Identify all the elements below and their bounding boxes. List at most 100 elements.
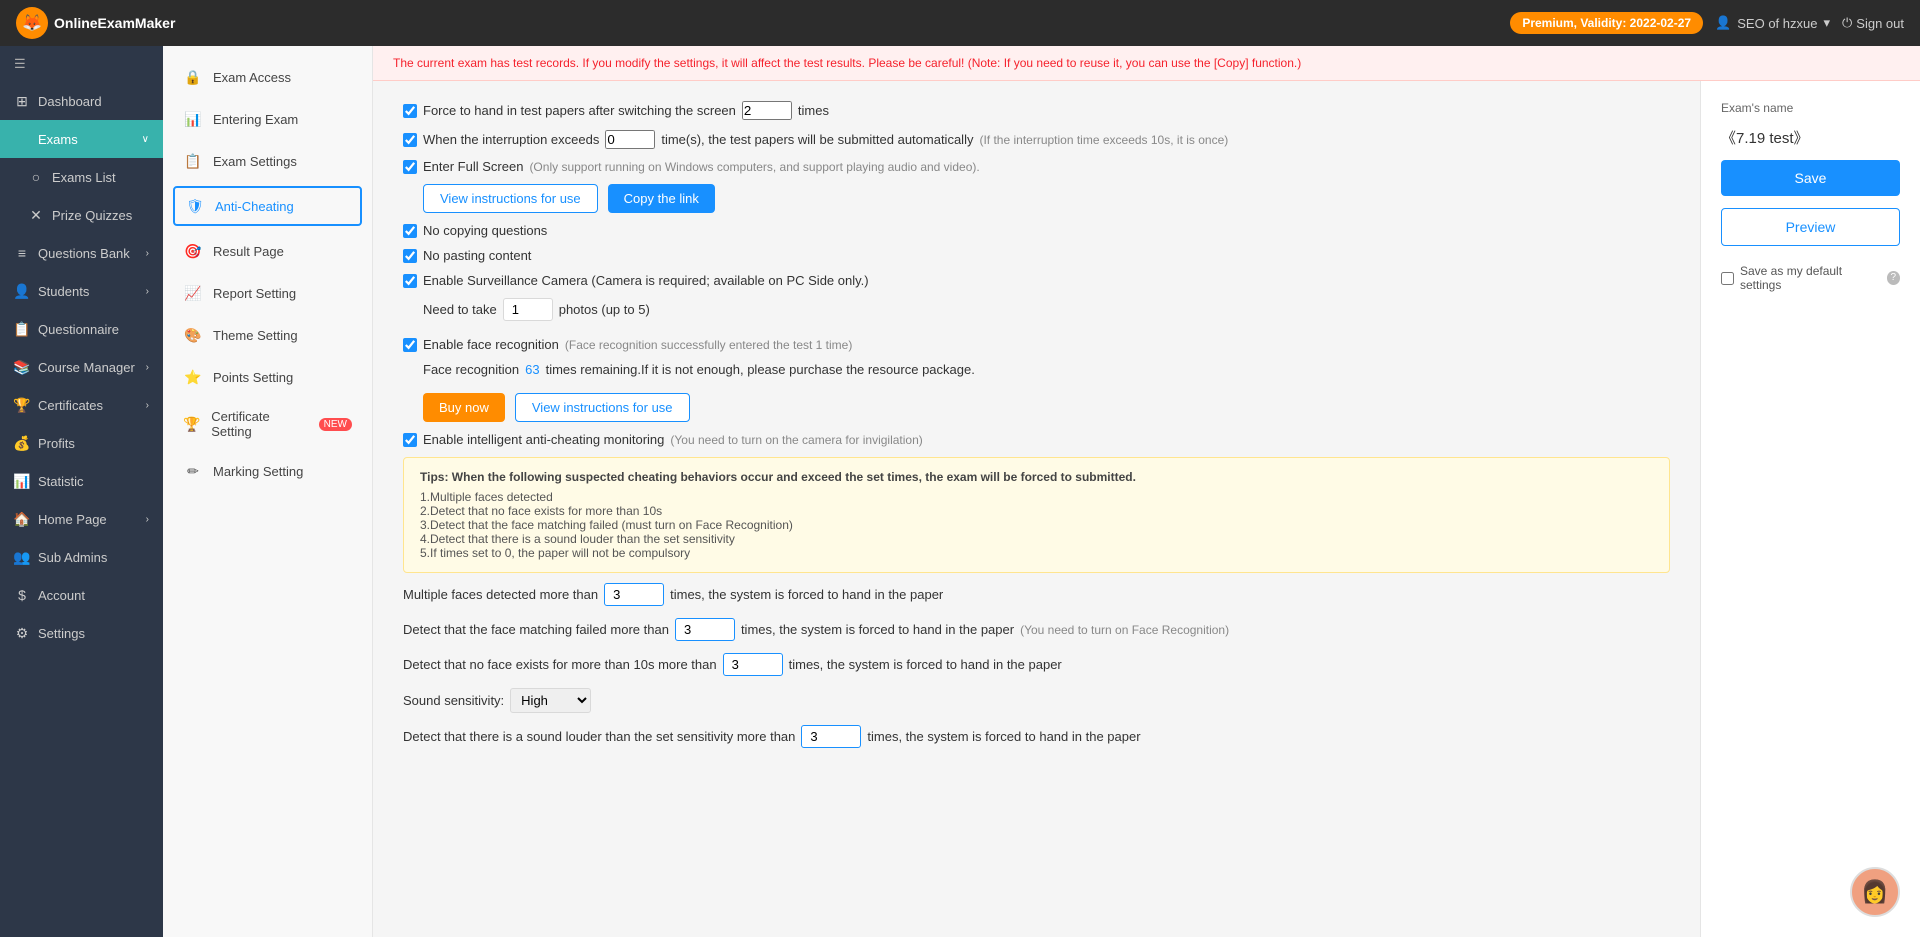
save-button[interactable]: Save [1721, 160, 1900, 196]
sidebar-item-students[interactable]: 👤 Students › [0, 272, 163, 310]
no-copy-label: No copying questions [423, 223, 547, 238]
subnav-label: Entering Exam [213, 112, 298, 127]
help-icon[interactable]: ? [1887, 271, 1900, 285]
no-paste-checkbox[interactable] [403, 249, 417, 263]
tips-item-1: 1.Multiple faces detected [420, 490, 1653, 504]
force-hand-label1: Force to hand in test papers after switc… [423, 103, 736, 118]
top-navbar: 🦊 OnlineExamMaker Premium, Validity: 202… [0, 0, 1920, 46]
multi-face-label2: times, the system is forced to hand in t… [670, 587, 943, 602]
default-settings-label: Save as my default settings [1740, 264, 1881, 292]
force-hand-input[interactable] [742, 101, 792, 120]
surveillance-checkbox[interactable] [403, 274, 417, 288]
interruption-checkbox[interactable] [403, 133, 417, 147]
no-face-input[interactable] [723, 653, 783, 676]
sidebar-item-dashboard[interactable]: ⊞ Dashboard [0, 82, 163, 120]
form-area: Force to hand in test papers after switc… [373, 81, 1700, 937]
face-match-label1: Detect that the face matching failed mor… [403, 622, 669, 637]
sidebar-item-questions-bank[interactable]: ≡ Questions Bank › [0, 234, 163, 272]
sidebar-item-exams-list[interactable]: ○ Exams List [0, 158, 163, 196]
sidebar-item-account[interactable]: $ Account [0, 576, 163, 614]
multi-face-row: Multiple faces detected more than times,… [403, 583, 1670, 606]
instructions-btn-row: View instructions for use Copy the link [423, 184, 1670, 213]
need-take-label2: photos (up to 5) [559, 302, 650, 317]
sidebar-item-home-page[interactable]: 🏠 Home Page › [0, 500, 163, 538]
subnav-label: Certificate Setting [211, 409, 304, 439]
sidebar-item-course-manager[interactable]: 📚 Course Manager › [0, 348, 163, 386]
multi-face-input[interactable] [604, 583, 664, 606]
subnav-report-setting[interactable]: 📈 Report Setting [163, 272, 372, 314]
sidebar-item-label: Settings [38, 626, 85, 641]
sidebar-item-label: Certificates [38, 398, 103, 413]
force-hand-row: Force to hand in test papers after switc… [403, 101, 1670, 120]
intelligent-checkbox[interactable] [403, 433, 417, 447]
questionnaire-icon: 📋 [14, 321, 30, 337]
sign-out-label: Sign out [1856, 16, 1904, 31]
intelligent-label: Enable intelligent anti-cheating monitor… [423, 432, 664, 447]
main-content: The current exam has test records. If yo… [373, 46, 1920, 937]
sidebar-item-sub-admins[interactable]: 👥 Sub Admins [0, 538, 163, 576]
face-match-row: Detect that the face matching failed mor… [403, 618, 1670, 641]
check-icon: ✓ [14, 131, 30, 147]
subnav-label: Theme Setting [213, 328, 298, 343]
sound-sensitivity-select[interactable]: High Medium Low [510, 688, 591, 713]
subnav-label: Result Page [213, 244, 284, 259]
circle-icon: ○ [28, 169, 44, 185]
chevron-down-icon: ∨ [142, 134, 149, 145]
enter-icon: 📊 [183, 109, 203, 129]
logo: 🦊 OnlineExamMaker [16, 7, 175, 39]
default-settings-row: Save as my default settings ? [1721, 264, 1900, 292]
no-copy-checkbox[interactable] [403, 224, 417, 238]
subnav-result-page[interactable]: 🎯 Result Page [163, 230, 372, 272]
fullscreen-checkbox[interactable] [403, 160, 417, 174]
sound-detect-input[interactable] [801, 725, 861, 748]
sidebar-item-statistic[interactable]: 📊 Statistic [0, 462, 163, 500]
user-label: SEO of hzxue [1737, 16, 1817, 31]
subnav-label: Points Setting [213, 370, 293, 385]
shield-icon: 🛡 [185, 196, 205, 216]
tips-item-4: 4.Detect that there is a sound louder th… [420, 532, 1653, 546]
sidebar-item-certificates[interactable]: 🏆 Certificates › [0, 386, 163, 424]
sidebar-item-label: Profits [38, 436, 75, 451]
buy-now-button[interactable]: Buy now [423, 393, 505, 422]
photos-input[interactable] [503, 298, 553, 321]
sidebar-item-settings[interactable]: ⚙ Settings [0, 614, 163, 652]
subnav-exam-settings[interactable]: 📋 Exam Settings [163, 140, 372, 182]
sidebar-toggle[interactable]: ☰ [0, 46, 163, 82]
sidebar-item-questionnaire[interactable]: 📋 Questionnaire [0, 310, 163, 348]
subnav-certificate-setting[interactable]: 🏆 Certificate Setting NEW [163, 398, 372, 450]
face-match-input[interactable] [675, 618, 735, 641]
interruption-input[interactable] [605, 130, 655, 149]
sign-out-button[interactable]: ⏻ Sign out [1842, 15, 1904, 31]
subnav-points-setting[interactable]: ⭐ Points Setting [163, 356, 372, 398]
face-remaining-count: 63 [525, 362, 539, 377]
view-instructions-button-1[interactable]: View instructions for use [423, 184, 598, 213]
intelligent-note: (You need to turn on the camera for invi… [670, 433, 922, 447]
sidebar-item-exams[interactable]: ✓ Exams ∨ [0, 120, 163, 158]
subnav-theme-setting[interactable]: 🎨 Theme Setting [163, 314, 372, 356]
force-hand-label2: times [798, 103, 829, 118]
subnav-exam-access[interactable]: 🔒 Exam Access [163, 56, 372, 98]
subnav-entering-exam[interactable]: 📊 Entering Exam [163, 98, 372, 140]
user-info[interactable]: 👤 SEO of hzxue ▾ [1715, 15, 1830, 31]
preview-button[interactable]: Preview [1721, 208, 1900, 246]
chevron-right-icon: › [146, 286, 149, 297]
intelligent-row: Enable intelligent anti-cheating monitor… [403, 432, 1670, 447]
force-hand-checkbox[interactable] [403, 104, 417, 118]
sidebar-item-profits[interactable]: 💰 Profits [0, 424, 163, 462]
sidebar: ☰ ⊞ Dashboard ✓ Exams ∨ ○ Exams List ✕ P… [0, 46, 163, 937]
tips-item-3: 3.Detect that the face matching failed (… [420, 518, 1653, 532]
copy-link-button[interactable]: Copy the link [608, 184, 715, 213]
premium-badge: Premium, Validity: 2022-02-27 [1510, 12, 1703, 34]
sidebar-item-label: Sub Admins [38, 550, 107, 565]
multi-face-label1: Multiple faces detected more than [403, 587, 598, 602]
subnav-marking-setting[interactable]: ✏ Marking Setting [163, 450, 372, 492]
default-settings-checkbox[interactable] [1721, 272, 1734, 285]
view-instructions-button-2[interactable]: View instructions for use [515, 393, 690, 422]
sidebar-item-prize-quizzes[interactable]: ✕ Prize Quizzes [0, 196, 163, 234]
cross-icon: ✕ [28, 207, 44, 223]
face-recognition-checkbox[interactable] [403, 338, 417, 352]
settings-icon: ⚙ [14, 625, 30, 641]
sidebar-item-label: Exams [38, 132, 78, 147]
subnav-anti-cheating[interactable]: 🛡 Anti-Cheating [173, 186, 362, 226]
report-icon: 📈 [183, 283, 203, 303]
